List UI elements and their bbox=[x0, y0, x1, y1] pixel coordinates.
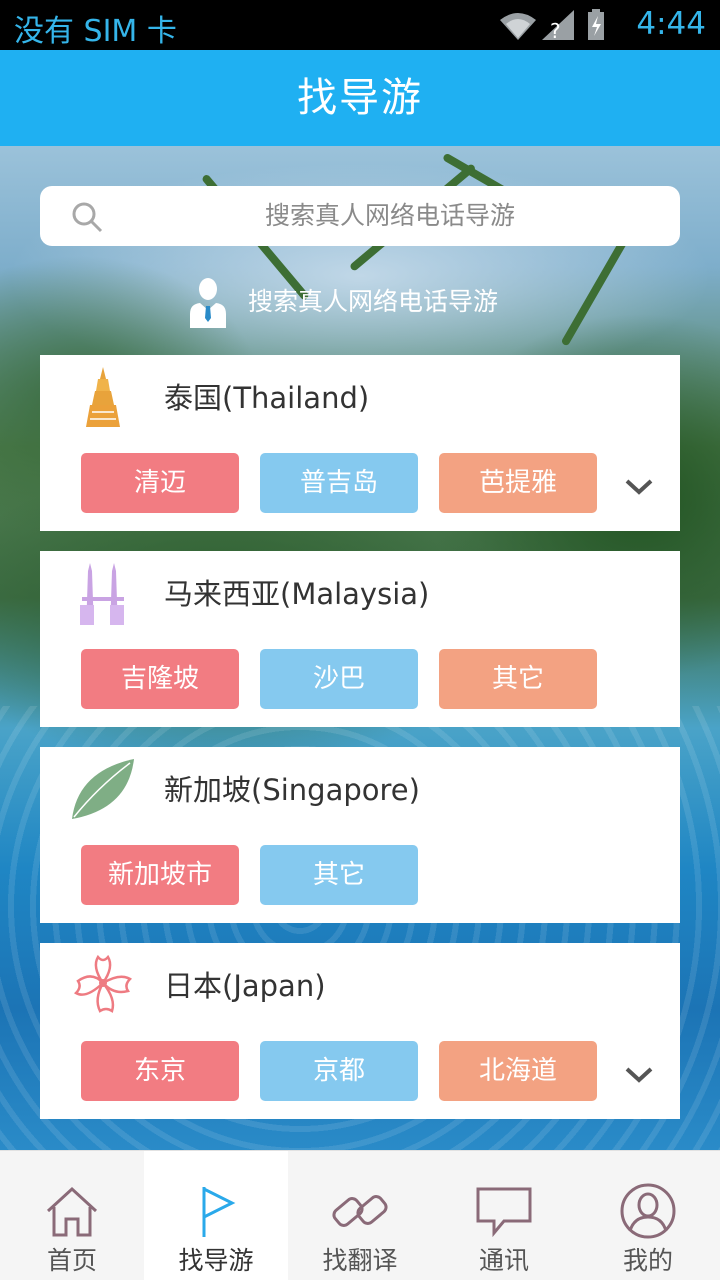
country-name: 马来西亚(Malaysia) bbox=[164, 577, 430, 611]
search-placeholder: 搜索真人网络电话导游 bbox=[264, 201, 515, 230]
city-tag[interactable]: 普吉岛 bbox=[260, 453, 418, 513]
city-tag[interactable]: 其它 bbox=[260, 845, 418, 905]
wifi-icon bbox=[500, 13, 536, 40]
carrier-label: 没有 SIM 卡 bbox=[14, 14, 177, 49]
city-tag[interactable]: 沙巴 bbox=[260, 649, 418, 709]
chat-bubble-icon bbox=[476, 1187, 532, 1238]
svg-text:?: ? bbox=[550, 19, 561, 42]
link-icon bbox=[332, 1195, 388, 1227]
country-card-singapore: 新加坡(Singapore) 新加坡市 其它 bbox=[40, 747, 680, 923]
battery-icon bbox=[588, 9, 604, 40]
tab-label: 找翻译 bbox=[322, 1246, 398, 1275]
twin-towers-icon bbox=[80, 563, 124, 625]
page-title: 找导游 bbox=[297, 75, 423, 121]
country-name: 泰国(Thailand) bbox=[164, 381, 370, 415]
bottom-tab-bar: 首页 找导游 找翻译 通讯 我的 bbox=[0, 1150, 720, 1280]
country-name: 新加坡(Singapore) bbox=[164, 773, 420, 807]
country-card-thailand: 泰国(Thailand) 清迈 普吉岛 芭提雅 bbox=[40, 355, 680, 531]
country-card-malaysia: 马来西亚(Malaysia) 吉隆坡 沙巴 其它 bbox=[40, 551, 680, 727]
guide-person-icon bbox=[190, 278, 226, 328]
chevron-down-icon[interactable] bbox=[624, 477, 654, 497]
card-corner bbox=[654, 943, 680, 969]
tab-find-guide[interactable]: 找导游 bbox=[144, 1151, 288, 1280]
pagoda-icon bbox=[86, 367, 120, 427]
country-name: 日本(Japan) bbox=[164, 969, 326, 1003]
tab-label: 通讯 bbox=[478, 1246, 529, 1275]
city-tag[interactable]: 吉隆坡 bbox=[81, 649, 239, 709]
user-icon bbox=[620, 1183, 676, 1239]
guide-link-label: 搜索真人网络电话导游 bbox=[248, 287, 499, 316]
tab-label: 找导游 bbox=[178, 1246, 254, 1275]
city-tag[interactable]: 芭提雅 bbox=[439, 453, 597, 513]
city-tag[interactable]: 清迈 bbox=[81, 453, 239, 513]
flag-icon bbox=[202, 1187, 236, 1237]
home-icon bbox=[46, 1186, 98, 1237]
search-bar[interactable]: 搜索真人网络电话导游 bbox=[40, 186, 680, 246]
status-bar: 没有 SIM 卡 ? 4:44 bbox=[0, 0, 720, 50]
title-bar: 找导游 bbox=[0, 50, 720, 146]
clock: 4:44 bbox=[636, 6, 706, 42]
signal-icon: ? bbox=[542, 10, 574, 42]
tab-label: 首页 bbox=[46, 1246, 97, 1275]
tab-find-translator[interactable]: 找翻译 bbox=[288, 1151, 432, 1280]
city-tag[interactable]: 其它 bbox=[439, 649, 597, 709]
tab-messages[interactable]: 通讯 bbox=[432, 1151, 576, 1280]
city-tag[interactable]: 新加坡市 bbox=[81, 845, 239, 905]
status-icons: ? bbox=[500, 9, 604, 42]
tab-home[interactable]: 首页 bbox=[0, 1151, 144, 1280]
city-tag[interactable]: 北海道 bbox=[439, 1041, 597, 1101]
leaf-icon bbox=[72, 759, 134, 819]
country-card-japan: 日本(Japan) 东京 京都 北海道 bbox=[40, 943, 680, 1119]
city-tag[interactable]: 京都 bbox=[260, 1041, 418, 1101]
tab-profile[interactable]: 我的 bbox=[576, 1151, 720, 1280]
tab-label: 我的 bbox=[622, 1246, 673, 1275]
cherry-blossom-icon bbox=[73, 954, 133, 1013]
card-corner bbox=[654, 355, 680, 381]
card-corner bbox=[654, 747, 680, 773]
city-tag[interactable]: 东京 bbox=[81, 1041, 239, 1101]
chevron-down-icon[interactable] bbox=[624, 1065, 654, 1085]
card-corner bbox=[654, 551, 680, 577]
